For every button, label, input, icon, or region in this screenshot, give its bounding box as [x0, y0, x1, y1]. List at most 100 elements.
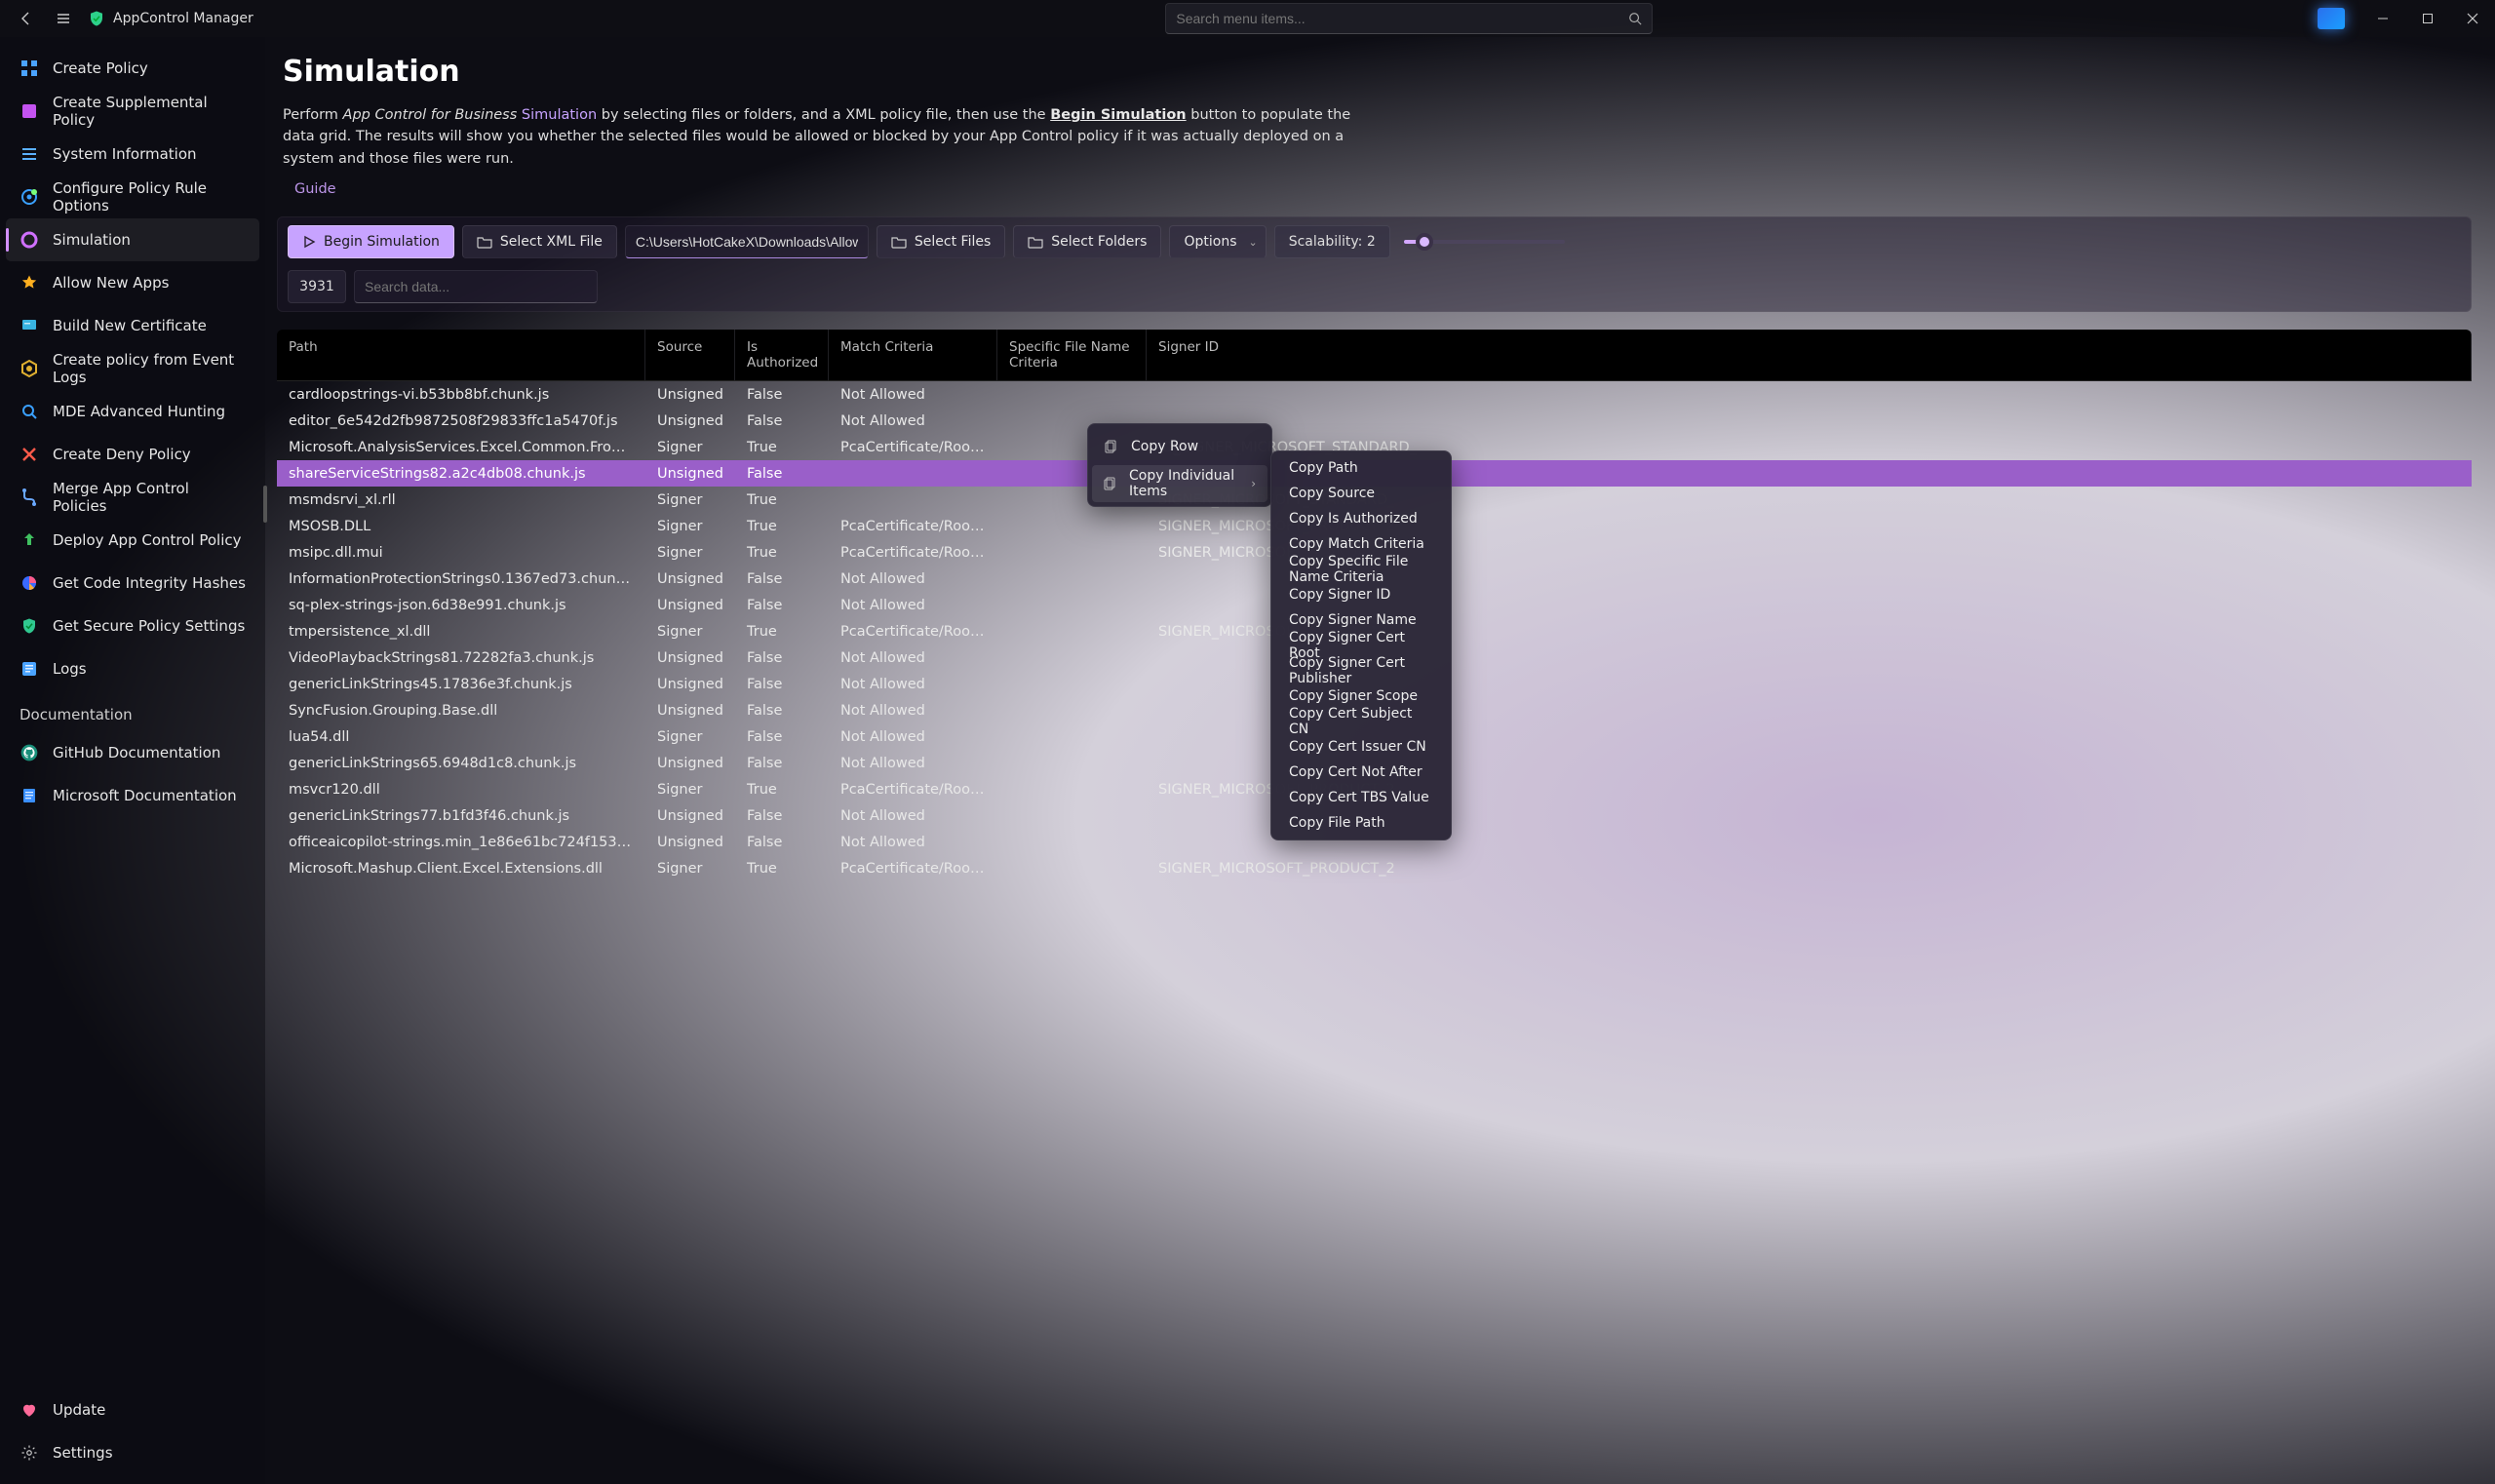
- sidebar-item-update[interactable]: Update: [6, 1388, 259, 1431]
- slider-thumb[interactable]: [1416, 233, 1433, 251]
- cell-source: Unsigned: [645, 677, 735, 692]
- cell-path: InformationProtectionStrings0.1367ed73.c…: [277, 571, 645, 587]
- cell-auth: False: [735, 466, 829, 482]
- begin-simulation-button[interactable]: Begin Simulation: [288, 225, 454, 258]
- ctx-copy-individual[interactable]: Copy Individual Items ›: [1092, 465, 1267, 502]
- sidebar-section-documentation: Documentation: [6, 690, 259, 731]
- ctx-sub-copy-source[interactable]: Copy Source: [1275, 481, 1447, 506]
- sidebar-item-system-information[interactable]: System Information: [6, 133, 259, 176]
- app-brand: AppControl Manager: [88, 10, 253, 27]
- options-dropdown[interactable]: Options ⌄: [1169, 225, 1266, 258]
- select-folders-button[interactable]: Select Folders: [1013, 225, 1161, 258]
- cell-auth: True: [735, 519, 829, 534]
- sidebar-item-build-new-certificate[interactable]: Build New Certificate: [6, 304, 259, 347]
- shield-check-icon: [19, 616, 39, 636]
- ctx-sub-copy-signer-id[interactable]: Copy Signer ID: [1275, 582, 1447, 607]
- sidebar-item-mde-advanced-hunting[interactable]: MDE Advanced Hunting: [6, 390, 259, 433]
- cell-auth: True: [735, 545, 829, 561]
- hamburger-button[interactable]: [45, 0, 82, 37]
- sidebar-item-label: Update: [53, 1401, 105, 1419]
- sidebar-item-allow-new-apps[interactable]: Allow New Apps: [6, 261, 259, 304]
- doc-icon: [19, 786, 39, 805]
- gear-icon: [19, 1443, 39, 1463]
- menu-search-input[interactable]: [1176, 11, 1628, 26]
- ctx-sub-copy-is-authorized[interactable]: Copy Is Authorized: [1275, 506, 1447, 531]
- sidebar-item-merge-app-control-policies[interactable]: Merge App Control Policies: [6, 476, 259, 519]
- scalability-slider[interactable]: [1404, 240, 1565, 244]
- sidebar-item-simulation[interactable]: Simulation: [6, 218, 259, 261]
- minimize-button[interactable]: [2360, 0, 2405, 37]
- cell-auth: True: [735, 440, 829, 455]
- cell-source: Unsigned: [645, 703, 735, 719]
- col-header-auth[interactable]: Is Authorized: [735, 330, 829, 380]
- select-xml-button[interactable]: Select XML File: [462, 225, 617, 258]
- begin-simulation-link[interactable]: Begin Simulation: [1050, 107, 1186, 123]
- ctx-sub-copy-cert-not-after[interactable]: Copy Cert Not After: [1275, 760, 1447, 785]
- cell-source: Unsigned: [645, 598, 735, 613]
- ctx-sub-copy-cert-tbs-value[interactable]: Copy Cert TBS Value: [1275, 785, 1447, 810]
- search-data-input[interactable]: [354, 270, 598, 303]
- col-header-path[interactable]: Path: [277, 330, 645, 380]
- col-header-match[interactable]: Match Criteria: [829, 330, 997, 380]
- table-row[interactable]: Microsoft.Mashup.Client.Excel.Extensions…: [277, 855, 2472, 881]
- toolbar: Begin Simulation Select XML File Select …: [277, 216, 2472, 312]
- ctx-sub-copy-path[interactable]: Copy Path: [1275, 455, 1447, 481]
- cell-source: Unsigned: [645, 571, 735, 587]
- table-row[interactable]: editor_6e542d2fb9872508f29833ffc1a5470f.…: [277, 408, 2472, 434]
- sidebar-item-create-deny-policy[interactable]: Create Deny Policy: [6, 433, 259, 476]
- cell-signer: SIGNER_MICROSOFT_PRODUCT_2: [1147, 861, 2472, 877]
- sidebar-item-create-supplemental-policy[interactable]: Create Supplemental Policy: [6, 90, 259, 133]
- cell-match: Not Allowed: [829, 387, 997, 403]
- close-button[interactable]: [2450, 0, 2495, 37]
- maximize-button[interactable]: [2405, 0, 2450, 37]
- context-submenu: Copy PathCopy SourceCopy Is Authorized Co…: [1270, 450, 1452, 840]
- cell-source: Signer: [645, 861, 735, 877]
- ctx-sub-copy-cert-issuer-cn[interactable]: Copy Cert Issuer CN: [1275, 734, 1447, 760]
- ctx-sub-copy-file-path[interactable]: Copy File Path: [1275, 810, 1447, 836]
- col-header-source[interactable]: Source: [645, 330, 735, 380]
- sidebar-item-get-code-integrity-hashes[interactable]: Get Code Integrity Hashes: [6, 562, 259, 605]
- sidebar-item-deploy-app-control-policy[interactable]: Deploy App Control Policy: [6, 519, 259, 562]
- sidebar-item-get-secure-policy-settings[interactable]: Get Secure Policy Settings: [6, 605, 259, 647]
- cell-source: Unsigned: [645, 808, 735, 824]
- play-icon: [302, 235, 316, 249]
- sidebar-item-configure-policy-rule-options[interactable]: Configure Policy Rule Options: [6, 176, 259, 218]
- col-header-signer[interactable]: Signer ID: [1147, 330, 2472, 380]
- cell-path: MSOSB.DLL: [277, 519, 645, 534]
- sidebar: Create PolicyCreate Supplemental Policy S…: [0, 37, 265, 1484]
- lens-icon: [19, 402, 39, 421]
- menu-search[interactable]: [1165, 3, 1653, 34]
- ctx-sub-copy-specific-file-name-criteria[interactable]: Copy Specific File Name Criteria: [1275, 557, 1447, 582]
- cell-source: Signer: [645, 545, 735, 561]
- sidebar-item-label: Settings: [53, 1444, 113, 1462]
- app-title: AppControl Manager: [113, 11, 253, 26]
- back-button[interactable]: [8, 0, 45, 37]
- ctx-sub-copy-signer-cert-publisher[interactable]: Copy Signer Cert Publisher: [1275, 658, 1447, 683]
- simulation-link[interactable]: Simulation: [522, 107, 597, 123]
- sidebar-item-github-documentation[interactable]: GitHub Documentation: [6, 731, 259, 774]
- ctx-sub-copy-cert-subject-cn[interactable]: Copy Cert Subject CN: [1275, 709, 1447, 734]
- select-files-button[interactable]: Select Files: [877, 225, 1005, 258]
- main-content: Simulation Perform App Control for Busin…: [265, 37, 2495, 1484]
- sidebar-item-create-policy-from-event-logs[interactable]: Create policy from Event Logs: [6, 347, 259, 390]
- table-row[interactable]: cardloopstrings-vi.b53bb8bf.chunk.jsUnsi…: [277, 381, 2472, 408]
- cell-path: genericLinkStrings65.6948d1c8.chunk.js: [277, 756, 645, 771]
- ctx-copy-row[interactable]: Copy Row: [1092, 428, 1267, 465]
- guide-link[interactable]: Guide: [294, 181, 2472, 197]
- sidebar-item-microsoft-documentation[interactable]: Microsoft Documentation: [6, 774, 259, 817]
- sidebar-item-label: System Information: [53, 145, 197, 163]
- cell-match: PcaCertificate/RootCertificate: [829, 440, 997, 455]
- col-header-spec[interactable]: Specific File Name Criteria: [997, 330, 1147, 380]
- cell-auth: False: [735, 650, 829, 666]
- cell-source: Signer: [645, 440, 735, 455]
- cell-path: genericLinkStrings77.b1fd3f46.chunk.js: [277, 808, 645, 824]
- copilot-icon[interactable]: [2312, 0, 2351, 37]
- context-menu: Copy Row Copy Individual Items ›: [1087, 423, 1272, 507]
- cell-auth: False: [735, 413, 829, 429]
- xml-path-input[interactable]: [625, 225, 869, 258]
- sidebar-item-settings[interactable]: Settings: [6, 1431, 259, 1474]
- sidebar-item-create-policy[interactable]: Create Policy: [6, 47, 259, 90]
- cell-source: Unsigned: [645, 466, 735, 482]
- cell-match: Not Allowed: [829, 729, 997, 745]
- sidebar-item-logs[interactable]: Logs: [6, 647, 259, 690]
